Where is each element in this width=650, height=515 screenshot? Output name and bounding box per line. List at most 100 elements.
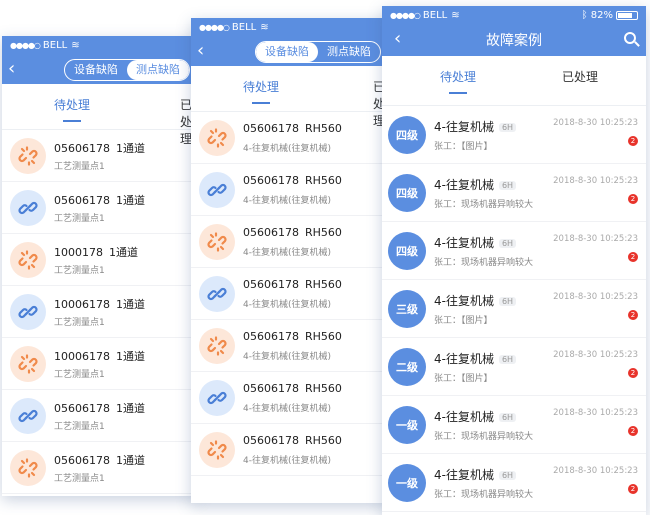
item-title: 05606178 RH560 xyxy=(243,330,342,343)
item-subtitle: 张工：现场机器异响较大 xyxy=(434,258,534,268)
item-name: 4-往复机械 xyxy=(434,236,494,250)
item-subtitle: 张工：现场机器异响较大 xyxy=(434,432,534,442)
list-item[interactable]: 05606178RH5604-往复机械(往复机械)2018 xyxy=(191,372,388,424)
item-name: 4-往复机械 xyxy=(434,120,494,134)
list-item[interactable]: 一级 4-往复机械 6H 张工：现场机器异响较大 2018-8-30 10:25:23 2 xyxy=(382,454,646,512)
list-item[interactable]: 05606178RH5604-往复机械(往复机械)2018 xyxy=(191,216,388,268)
list-item[interactable]: 05606178RH5604-往复机械(往复机械)2018 xyxy=(191,164,388,216)
item-code: 05606178 xyxy=(243,382,299,395)
list-item[interactable]: 四级 4-往复机械 6H 张工：【图片】 2018-8-30 10:25:23 2 xyxy=(382,106,646,164)
item-title: 05606178 RH560 xyxy=(243,174,342,187)
level-badge: 一级 xyxy=(388,406,426,444)
item-date: 2018-8-30 10:25:23 xyxy=(553,292,638,302)
nav-bar: ‹ 设备缺陷 测点缺陷 xyxy=(191,38,388,66)
list-item[interactable]: 05606178RH5604-往复机械(往复机械)2018 xyxy=(191,112,388,164)
segment-control: 设备缺陷 测点缺陷 xyxy=(255,41,381,63)
tab-pending[interactable]: 待处理 xyxy=(54,96,90,122)
list-item[interactable]: 10001781通道工艺测量点12018 xyxy=(2,234,198,286)
defect-list: 056061781通道工艺测量点12018056061781通道工艺测量点120… xyxy=(2,130,198,494)
tab-pending[interactable]: 待处理 xyxy=(440,68,476,94)
search-icon[interactable] xyxy=(624,32,636,44)
link-icon xyxy=(10,294,46,330)
item-title: 05606178 1通道 xyxy=(54,140,145,156)
item-subtitle: 4-往复机械(往复机械) xyxy=(243,144,331,154)
tab-processed[interactable]: 已处理 xyxy=(562,68,598,85)
tab-bar: 待处理 已处理 xyxy=(382,56,646,106)
item-date: 2018-8-30 10:25:23 xyxy=(553,408,638,418)
wifi-icon: ≋ xyxy=(260,22,269,33)
item-subtitle: 4-往复机械(往复机械) xyxy=(243,456,331,466)
item-model: RH560 xyxy=(305,434,342,447)
duration-tag: 6H xyxy=(498,123,517,132)
duration-tag: 6H xyxy=(498,297,517,306)
list-item[interactable]: 一级 4-往复机械 6H 张工：现场机器异响较大 2018-8-30 10:25:23 2 xyxy=(382,396,646,454)
list-item[interactable]: 四级 4-往复机械 6H 张工：现场机器异响较大 2018-8-30 10:25:23 2 xyxy=(382,164,646,222)
segment-equipment-defects[interactable]: 设备缺陷 xyxy=(65,60,127,80)
tab-bar: 待处理 已处理 xyxy=(191,66,388,128)
status-bar: ●●●●○ BELL ≋ ᛒ 82% xyxy=(382,6,646,26)
item-code: 10006178 xyxy=(54,298,110,311)
signal-icon: ●●●●○ xyxy=(199,23,230,32)
item-title: 05606178 RH560 xyxy=(243,382,342,395)
item-title: 10006178 1通道 xyxy=(54,296,145,312)
duration-tag: 6H xyxy=(498,413,517,422)
page-title: 故障案例 xyxy=(486,33,542,49)
nav-bar: ‹ 设备缺陷 测点缺陷 xyxy=(2,56,198,84)
list-item[interactable]: 100061781通道工艺测量点12018 xyxy=(2,286,198,338)
item-name: 4-往复机械 xyxy=(434,352,494,366)
signal-icon: ●●●●○ xyxy=(10,41,41,50)
unread-count-badge: 2 xyxy=(628,136,638,146)
item-code: 05606178 xyxy=(54,142,110,155)
item-subtitle: 4-往复机械(往复机械) xyxy=(243,196,331,206)
item-model: RH560 xyxy=(305,278,342,291)
item-subtitle: 工艺测量点1 xyxy=(54,422,105,432)
list-item[interactable]: 二级 4-往复机械 6H 张工：【图片】 2018-8-30 10:25:23 2 xyxy=(382,338,646,396)
list-item[interactable]: 056061781通道工艺测量点12018 xyxy=(2,442,198,494)
list-item[interactable]: 056061781通道工艺测量点12018 xyxy=(2,182,198,234)
list-item[interactable]: 05606178RH5604-往复机械(往复机械)2018 xyxy=(191,268,388,320)
item-code: 10006178 xyxy=(54,350,110,363)
list-item[interactable]: 056061781通道工艺测量点12018 xyxy=(2,130,198,182)
item-title: 1000178 1通道 xyxy=(54,244,138,260)
item-title: 05606178 1通道 xyxy=(54,452,145,468)
back-icon[interactable]: ‹ xyxy=(197,40,204,62)
duration-tag: 6H xyxy=(498,355,517,364)
duration-tag: 6H xyxy=(498,239,517,248)
status-bar: ●●●●○ BELL ≋ xyxy=(2,36,198,56)
segment-equipment-defects[interactable]: 设备缺陷 xyxy=(256,42,318,62)
item-title: 4-往复机械 6H xyxy=(434,118,517,135)
phone-measure-point-defects: ●●●●○ BELL ≋ ‹ 设备缺陷 测点缺陷 待处理 已处理 05606178 1… xyxy=(2,36,198,496)
list-item[interactable]: 056061781通道工艺测量点12018 xyxy=(2,390,198,442)
item-code: 05606178 xyxy=(243,434,299,447)
list-item[interactable]: 三级 4-往复机械 6H 张工：【图片】 2018-8-30 10:25:23 2 xyxy=(382,280,646,338)
item-title: 05606178 RH560 xyxy=(243,226,342,239)
item-code: 05606178 xyxy=(54,454,110,467)
segment-measure-point-defects[interactable]: 测点缺陷 xyxy=(318,42,380,62)
tab-pending[interactable]: 待处理 xyxy=(243,78,279,104)
list-item[interactable]: 05606178RH5604-往复机械(往复机械)2018 xyxy=(191,424,388,476)
list-item[interactable]: 05606178RH5604-往复机械(往复机械)2018 xyxy=(191,320,388,372)
unread-count-badge: 2 xyxy=(628,484,638,494)
back-icon[interactable]: ‹ xyxy=(8,58,15,80)
item-date: 2018-8-30 10:25:23 xyxy=(553,350,638,360)
list-item[interactable]: 四级 4-往复机械 6H 张工：现场机器异响较大 2018-8-30 10:25:23 2 xyxy=(382,222,646,280)
item-model: 1通道 xyxy=(116,454,145,467)
item-title: 4-往复机械 6H xyxy=(434,466,517,483)
item-subtitle: 4-往复机械(往复机械) xyxy=(243,300,331,310)
item-title: 4-往复机械 6H xyxy=(434,292,517,309)
item-model: RH560 xyxy=(305,382,342,395)
signal-icon: ●●●●○ xyxy=(390,11,421,20)
broken-link-icon xyxy=(199,224,235,260)
item-title: 05606178 1通道 xyxy=(54,192,145,208)
segment-measure-point-defects[interactable]: 测点缺陷 xyxy=(127,60,189,80)
phone-fault-cases: ●●●●○ BELL ≋ ᛒ 82% ‹ 故障案例 待处理 已处理 四级 4-往复机械… xyxy=(382,6,646,515)
item-subtitle: 4-往复机械(往复机械) xyxy=(243,404,331,414)
battery-text: 82% xyxy=(590,10,613,21)
unread-count-badge: 2 xyxy=(628,426,638,436)
item-code: 05606178 xyxy=(54,194,110,207)
broken-link-icon xyxy=(10,346,46,382)
item-subtitle: 工艺测量点1 xyxy=(54,370,105,380)
item-model: 1通道 xyxy=(116,402,145,415)
item-model: 1通道 xyxy=(116,194,145,207)
list-item[interactable]: 100061781通道工艺测量点12018 xyxy=(2,338,198,390)
